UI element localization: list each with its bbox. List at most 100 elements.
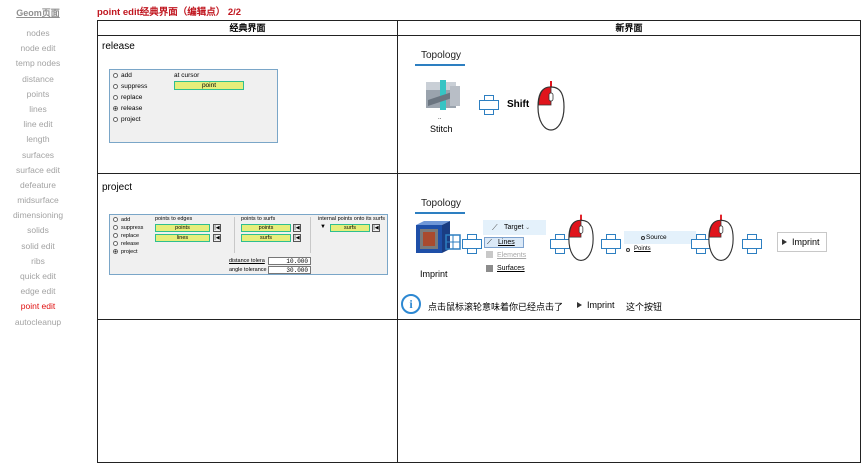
nav-item-line-edit[interactable]: line edit (0, 117, 76, 132)
reset-icon[interactable]: |◀ (293, 224, 301, 232)
plus-icon (742, 234, 762, 254)
nav-item-autocleanup[interactable]: autocleanup (0, 315, 76, 330)
plus-icon (550, 234, 570, 254)
nav-item-length[interactable]: length (0, 132, 76, 147)
topology-tab-title[interactable]: Topology (421, 198, 461, 209)
radio-dot (113, 217, 118, 223)
angle-tolerance-input[interactable]: 30.000 (268, 266, 311, 274)
source-label: Source (646, 234, 667, 241)
reset-icon[interactable]: |◀ (213, 234, 221, 242)
option-label: Lines (498, 239, 515, 246)
reset-icon[interactable]: |◀ (213, 224, 221, 232)
nav-item-surfaces[interactable]: surfaces (0, 148, 76, 163)
nav-item-edge-edit[interactable]: edge edit (0, 284, 76, 299)
plus-icon (601, 234, 621, 254)
radio-label: suppress (121, 225, 144, 231)
mouse-left-click-icon (708, 214, 734, 261)
points-field[interactable]: points (155, 224, 210, 232)
nav-item-point-edit[interactable]: point edit (0, 299, 76, 314)
nav-item-node-edit[interactable]: node edit (0, 41, 76, 56)
nav-item-midsurface[interactable]: midsurface (0, 193, 76, 208)
lines-field[interactable]: lines (155, 234, 210, 242)
option-elements[interactable]: Elements (484, 251, 526, 261)
divider (310, 217, 311, 253)
option-surfaces[interactable]: Surfaces (484, 264, 525, 274)
radio-project[interactable]: project (113, 249, 138, 255)
topology-tab-title[interactable]: Topology (421, 50, 461, 61)
row-divider (98, 319, 860, 320)
tab-underline (415, 64, 465, 66)
radio-release[interactable]: release (113, 241, 139, 247)
reset-icon[interactable]: |◀ (293, 234, 301, 242)
divider (234, 217, 235, 253)
nav-item-dimensioning[interactable]: dimensioning (0, 208, 76, 223)
dropdown-arrow-icon[interactable]: ▼ (320, 224, 326, 230)
nav-item-surface-edit[interactable]: surface edit (0, 163, 76, 178)
imprint-icon[interactable] (414, 221, 464, 261)
distance-tolerance-input[interactable]: 10.000 (268, 257, 311, 265)
imprint-button[interactable]: Imprint (777, 232, 827, 252)
nav-item-ribs[interactable]: ribs (0, 254, 76, 269)
nav-item-solid-edit[interactable]: solid edit (0, 239, 76, 254)
distance-tolerance-label: distance tolera (229, 258, 265, 264)
source-selector[interactable]: Source (624, 231, 696, 244)
comparison-table: 经典界面 新界面 release add suppress replace re… (97, 20, 861, 463)
radio-label: replace (121, 94, 143, 101)
source-option-points[interactable]: Points (626, 246, 651, 252)
nav-item-defeature[interactable]: defeature (0, 178, 76, 193)
project-dialog: add suppress replace release project poi… (109, 214, 388, 275)
plus-icon-center (697, 240, 703, 246)
nav-item-nodes[interactable]: nodes (0, 26, 76, 41)
point-icon (641, 236, 645, 240)
radio-replace[interactable]: replace (113, 233, 139, 239)
mouse-left-click-icon (537, 81, 565, 131)
row-divider (98, 173, 860, 174)
target-selector[interactable]: ⟋ Target ⌄ (483, 220, 546, 235)
mouse-left-click-icon (568, 214, 594, 261)
pointer-icon: ⟋ (492, 223, 498, 232)
stitch-label: Stitch (430, 124, 453, 134)
radio-label: release (121, 105, 143, 112)
radio-label: project (121, 249, 138, 255)
info-text: 点击鼠标滚轮意味着你已经点击了 (428, 302, 564, 312)
points-field[interactable]: points (241, 224, 291, 232)
radio-label: release (121, 241, 140, 247)
nav-item-quick-edit[interactable]: quick edit (0, 269, 76, 284)
radio-add[interactable]: add (113, 217, 130, 223)
radio-dot (113, 94, 118, 100)
surfs-field[interactable]: surfs (241, 234, 291, 242)
radio-replace[interactable]: replace (113, 94, 142, 101)
radio-dot (113, 241, 118, 247)
nav-item-points[interactable]: points (0, 87, 76, 102)
nav-item-temp-nodes[interactable]: temp nodes (0, 56, 76, 71)
radio-dot-selected (113, 105, 118, 111)
stitch-icon[interactable] (420, 78, 466, 114)
points-to-surfs-label: points to surfs (241, 216, 276, 222)
column-divider (397, 21, 398, 462)
surfaces-icon (486, 265, 493, 272)
radio-add[interactable]: add (113, 72, 132, 79)
nav-item-distance[interactable]: distance (0, 72, 76, 87)
shift-key-label: Shift (507, 99, 530, 110)
radio-label: add (121, 217, 131, 223)
point-selector-field[interactable]: point (174, 81, 244, 90)
nav-header-link[interactable]: Geom页面 (0, 6, 76, 19)
imprint-button-label: Imprint (792, 237, 820, 247)
radio-suppress[interactable]: suppress (113, 225, 143, 231)
imprint-label: Imprint (420, 269, 448, 279)
option-label: Points (634, 246, 651, 252)
option-lines[interactable]: ⟋ Lines (484, 237, 524, 248)
tab-underline (415, 212, 465, 214)
radio-dot (113, 83, 118, 89)
nav-item-lines[interactable]: lines (0, 102, 76, 117)
radio-suppress[interactable]: suppress (113, 83, 147, 90)
surfs-field[interactable]: surfs (330, 224, 370, 232)
nav-item-solids[interactable]: solids (0, 223, 76, 238)
plus-icon (479, 95, 499, 115)
lines-icon: ⟋ (487, 239, 492, 246)
reset-icon[interactable]: |◀ (372, 224, 380, 232)
radio-release[interactable]: release (113, 105, 142, 112)
elements-icon (486, 251, 493, 258)
radio-project[interactable]: project (113, 116, 141, 123)
row-label-release: release (102, 41, 135, 52)
